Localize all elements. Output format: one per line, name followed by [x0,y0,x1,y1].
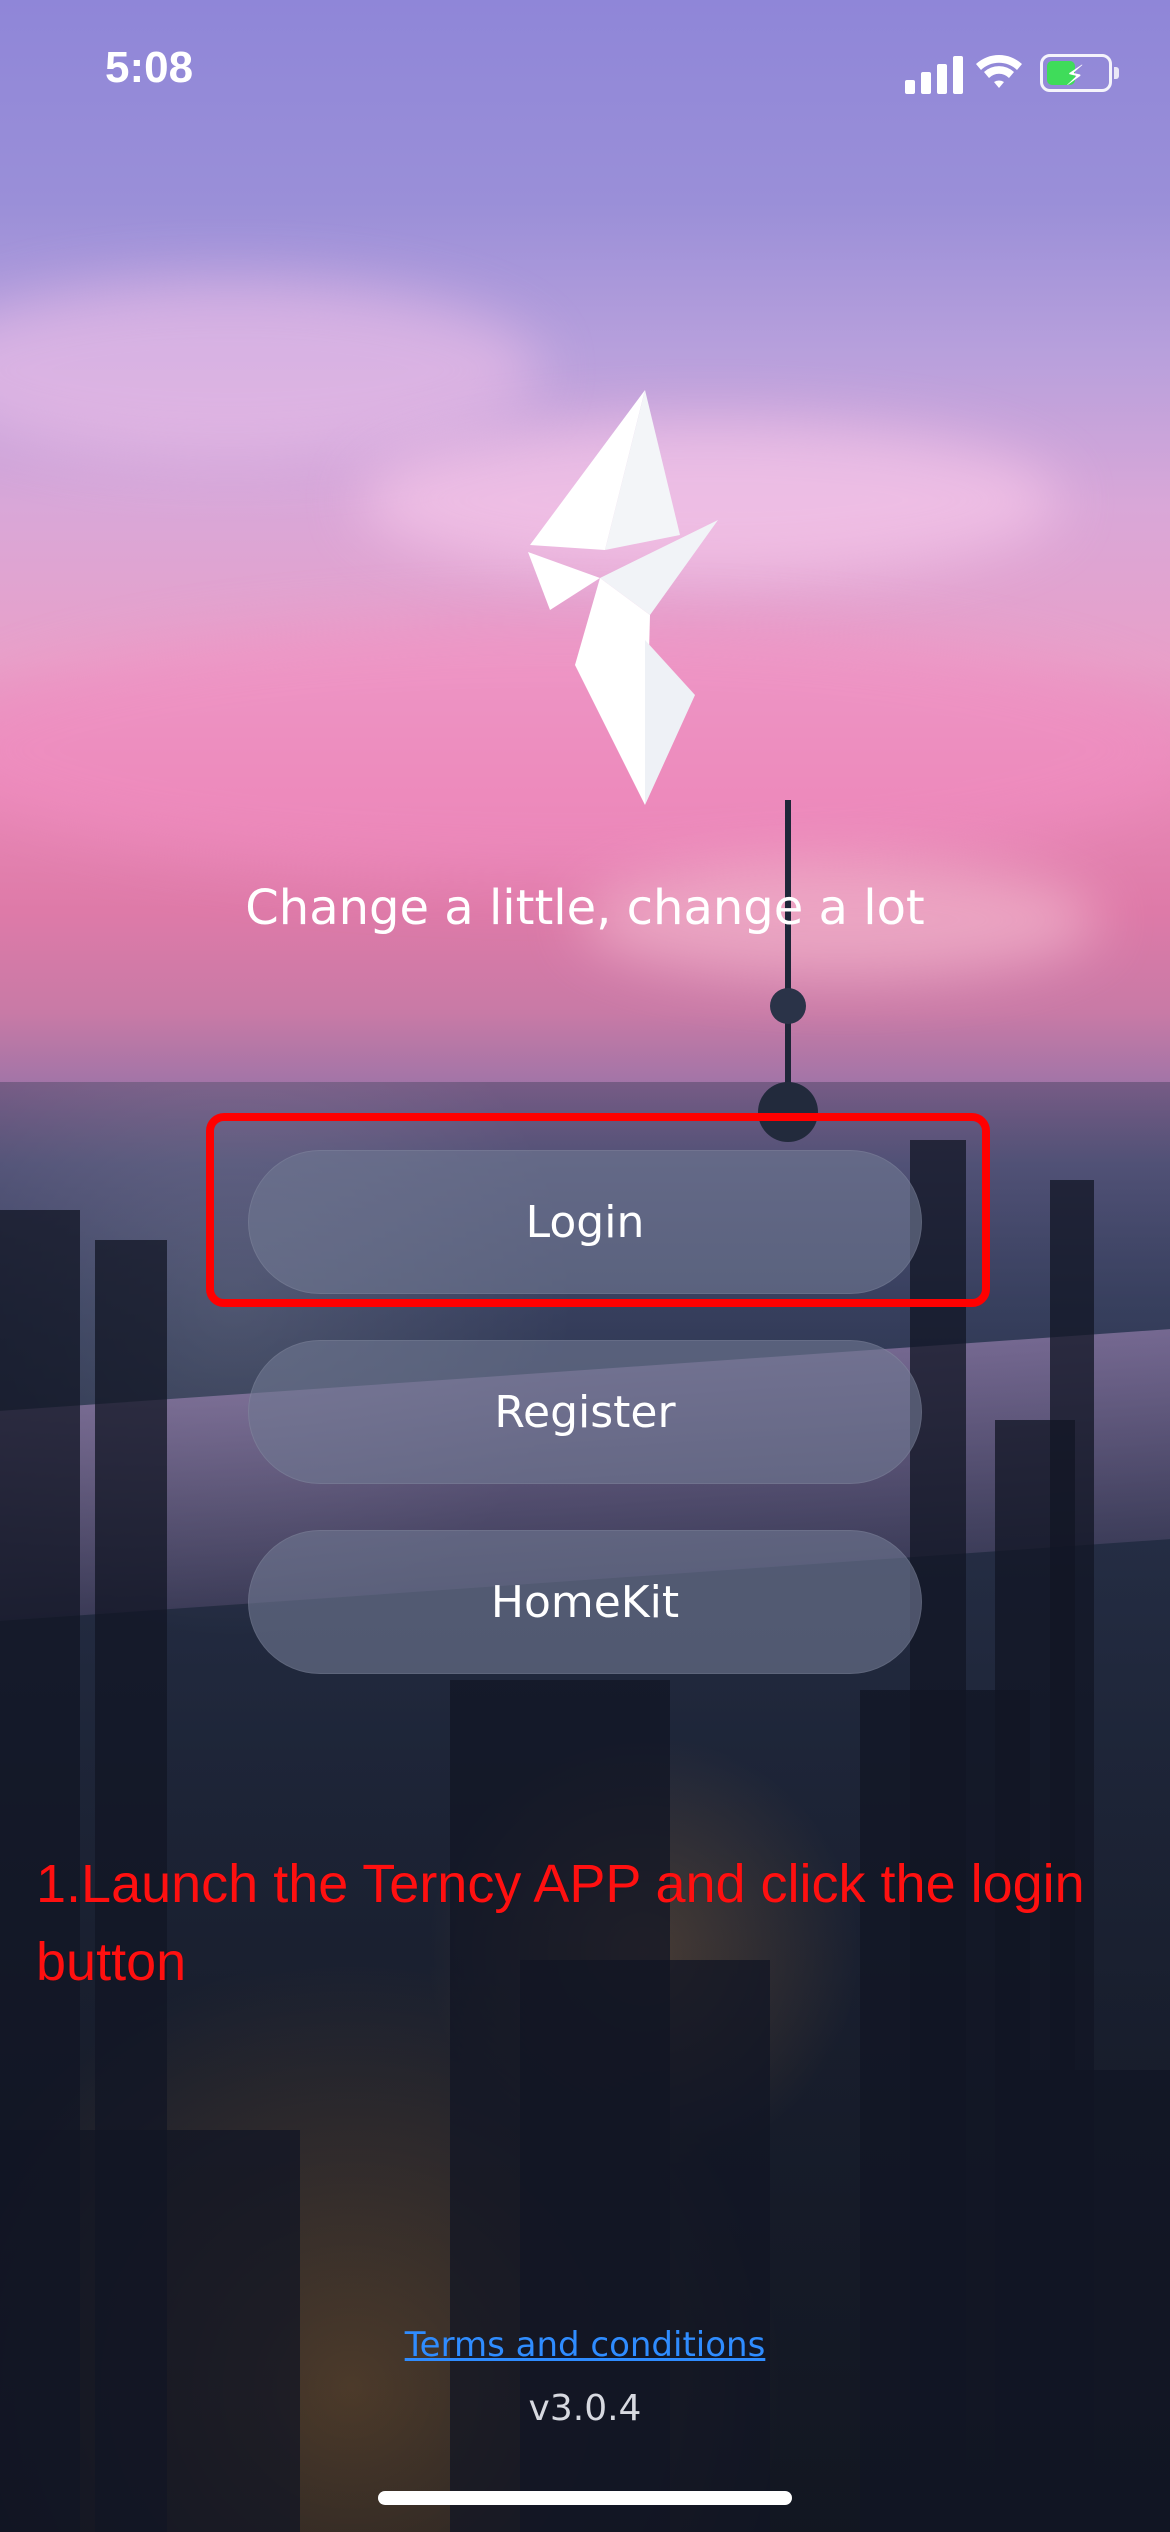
wifi-icon [976,55,1022,88]
bird-logo-icon [528,390,718,805]
status-bar: 5:08 ⚡ [0,0,1170,150]
version-label: v3.0.4 [528,2388,642,2429]
cellular-signal-icon [905,52,963,94]
register-button[interactable]: Register [248,1340,922,1484]
building [1020,2070,1170,2532]
battery-charging-icon: ⚡ [1040,54,1119,92]
tv-tower-sphere [770,988,806,1024]
homekit-button[interactable]: HomeKit [248,1530,922,1674]
tagline: Change a little, change a lot [245,880,925,936]
battery-nub [1114,67,1119,79]
terms-link[interactable]: Terms and conditions [0,2325,1170,2365]
login-highlight-box [206,1113,990,1307]
status-time: 5:08 [105,43,194,92]
instruction-annotation: 1.Launch the Terncy APP and click the lo… [36,1854,1085,1992]
home-indicator[interactable] [378,2491,792,2505]
tv-tower [785,800,791,1110]
charging-bolt-icon: ⚡ [1065,59,1085,92]
app-screen: 5:08 ⚡ Change a little, change a lot Log… [0,0,1170,2532]
building [520,1960,770,2532]
